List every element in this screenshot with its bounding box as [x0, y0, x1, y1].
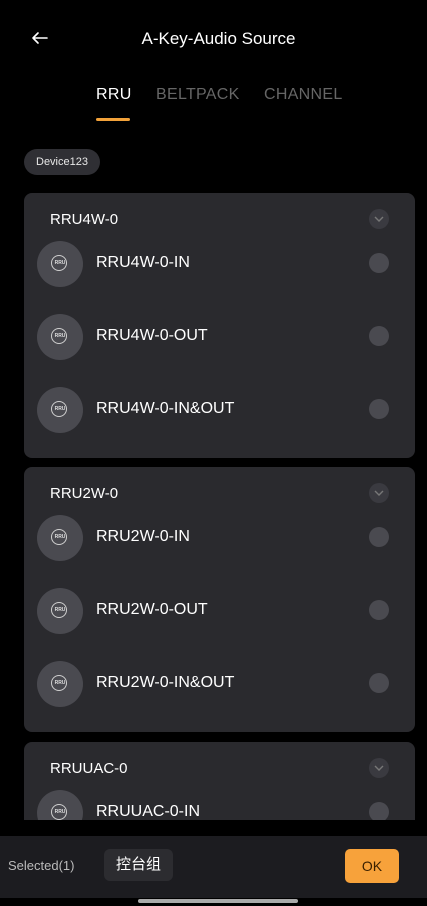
select-radio[interactable] [369, 673, 389, 693]
item-label: RRU2W-0-IN [96, 528, 190, 545]
home-indicator [138, 899, 298, 903]
item-label: RRUUAC-0-IN [96, 803, 200, 820]
selected-count: Selected(1) [8, 858, 75, 873]
rru-icon: RRU [37, 314, 83, 360]
tab-beltpack[interactable]: BELTPACK [156, 86, 240, 104]
item-label: RRU4W-0-IN [96, 254, 190, 271]
group-card: RRU4W-0 RRU RRU4W-0-IN RRU RRU4W-0-OUT R… [24, 193, 415, 458]
group-title: RRU4W-0 [50, 211, 119, 228]
list-item[interactable]: RRU RRU2W-0-IN [24, 507, 415, 571]
tab-rru[interactable]: RRU [96, 86, 132, 104]
device-chip[interactable]: Device123 [24, 149, 100, 175]
rru-icon: RRU [37, 588, 83, 634]
list-item[interactable]: RRU RRU4W-0-OUT [24, 306, 415, 370]
select-radio[interactable] [369, 253, 389, 273]
list-item[interactable]: RRU RRU2W-0-IN&OUT [24, 653, 415, 717]
chevron-down-icon[interactable] [369, 483, 389, 503]
page-title: A-Key-Audio Source [141, 29, 296, 48]
rru-icon: RRU [37, 790, 83, 820]
list-item[interactable]: RRU RRU2W-0-OUT [24, 580, 415, 644]
group-card: RRUUAC-0 RRU RRUUAC-0-IN [24, 742, 415, 820]
select-radio[interactable] [369, 600, 389, 620]
list-item[interactable]: RRU RRU4W-0-IN [24, 233, 415, 297]
item-label: RRU4W-0-OUT [96, 327, 208, 344]
tab-bar: RRU BELTPACK CHANNEL [0, 86, 427, 126]
rru-icon: RRU [37, 661, 83, 707]
list-item[interactable]: RRU RRUUAC-0-IN [24, 782, 415, 820]
group-title: RRUUAC-0 [50, 760, 128, 777]
chevron-down-icon[interactable] [369, 209, 389, 229]
item-label: RRU4W-0-IN&OUT [96, 400, 235, 417]
rru-icon: RRU [37, 241, 83, 287]
group-card: RRU2W-0 RRU RRU2W-0-IN RRU RRU2W-0-OUT R… [24, 467, 415, 732]
rru-icon: RRU [37, 387, 83, 433]
console-group-button[interactable]: 控台组 [104, 849, 174, 881]
active-tab-indicator [96, 118, 130, 121]
item-label: RRU2W-0-OUT [96, 601, 208, 618]
select-radio[interactable] [369, 326, 389, 346]
bottom-action-bar: Selected(1) 控台组 OK [0, 836, 427, 898]
select-radio[interactable] [369, 527, 389, 547]
select-radio[interactable] [369, 399, 389, 419]
header: A-Key-Audio Source [0, 0, 427, 80]
select-radio[interactable] [369, 802, 389, 820]
tab-channel[interactable]: CHANNEL [264, 86, 343, 104]
source-list[interactable]: RRU4W-0 RRU RRU4W-0-IN RRU RRU4W-0-OUT R… [0, 190, 427, 820]
list-item[interactable]: RRU RRU4W-0-IN&OUT [24, 379, 415, 443]
group-title: RRU2W-0 [50, 485, 119, 502]
chevron-down-icon[interactable] [369, 758, 389, 778]
ok-button[interactable]: OK [345, 849, 399, 883]
item-label: RRU2W-0-IN&OUT [96, 674, 235, 691]
rru-icon: RRU [37, 515, 83, 561]
